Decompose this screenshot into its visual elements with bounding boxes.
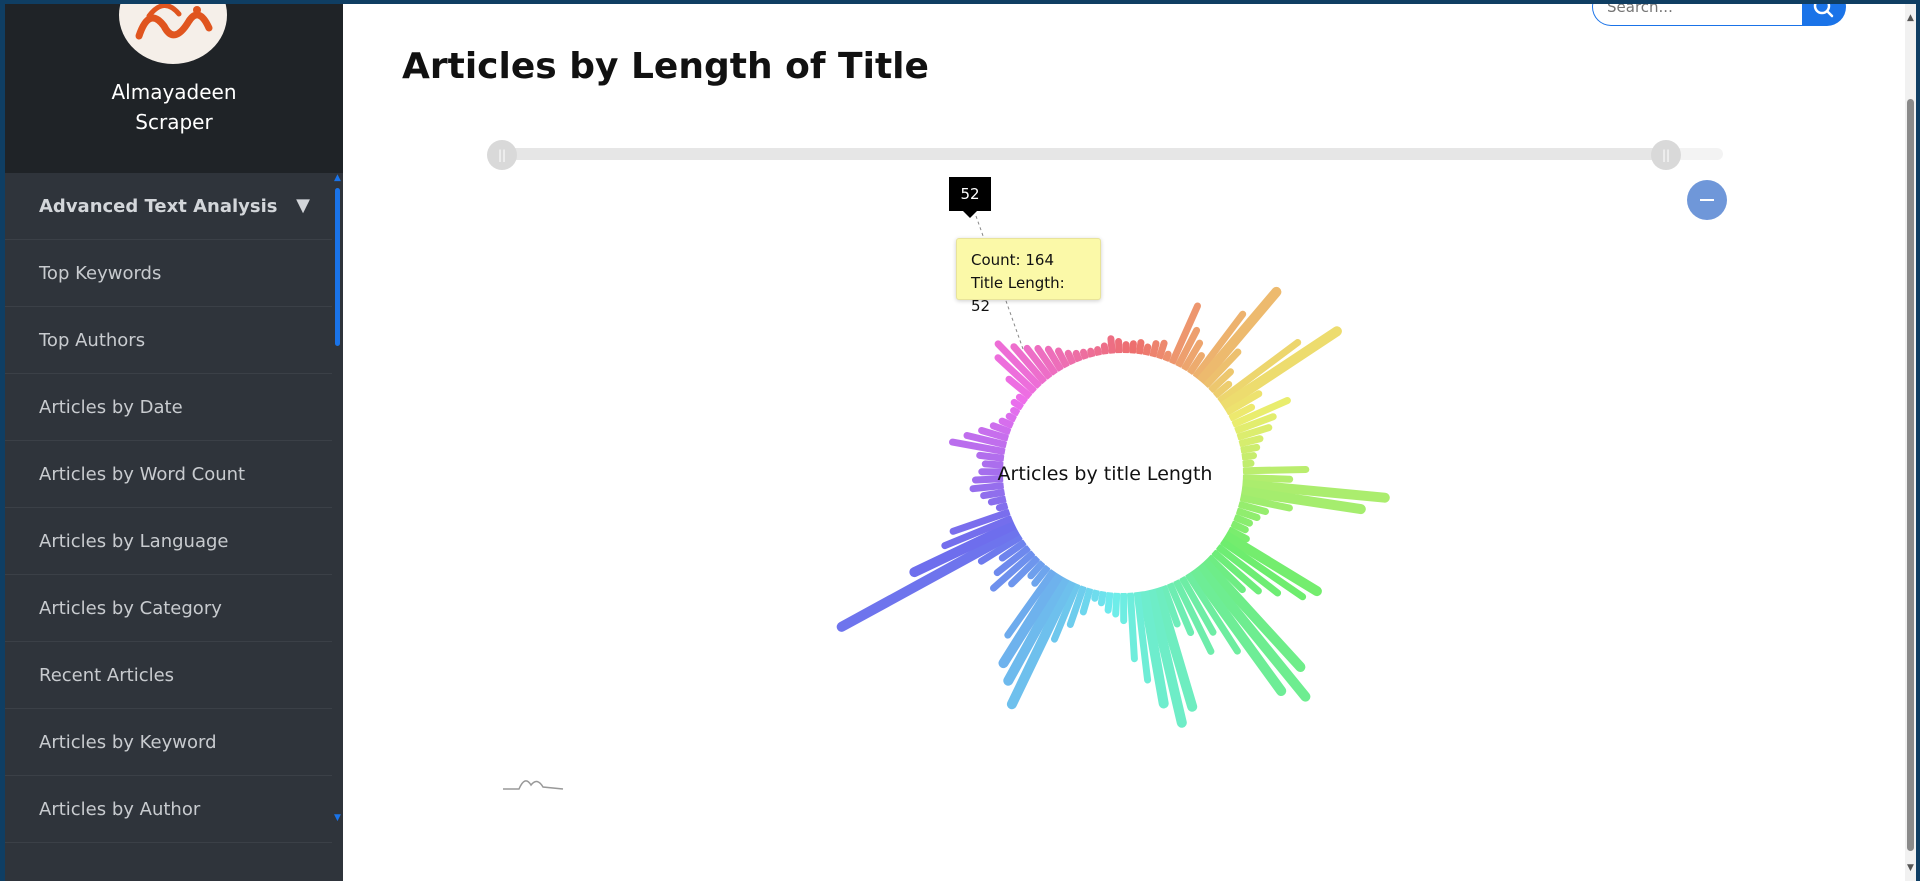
sidebar-item-label: Articles by Language [39, 530, 229, 552]
radial-bar-107[interactable] [1010, 407, 1021, 416]
scroll-up-icon[interactable]: ▲ [332, 173, 343, 183]
radial-bar-123[interactable] [1100, 342, 1109, 356]
radial-bar-95[interactable] [980, 489, 1007, 500]
sidebar-item-label: Recent Articles [39, 664, 175, 686]
radial-bar-118[interactable] [1064, 349, 1076, 366]
tooltip-count: Count: 164 [971, 251, 1054, 269]
brand-line-1: Almayadeen [111, 80, 237, 104]
sidebar-item-label: Articles by Keyword [39, 731, 217, 753]
radial-bar-73[interactable] [1097, 589, 1107, 607]
sidebar-item-label: Articles by Date [39, 396, 183, 418]
radial-bar-119[interactable] [1072, 349, 1083, 363]
sidebar-item-label: Articles by Category [39, 597, 222, 619]
radial-bar-16[interactable] [1129, 340, 1137, 355]
radial-bar-104[interactable] [989, 422, 1012, 435]
sidebar-item-advanced-text-analysis[interactable]: Advanced Text Analysis ▼ [5, 173, 332, 240]
radial-bar-18[interactable] [1142, 343, 1152, 357]
sidebar-item-label: Articles by Word Count [39, 463, 246, 485]
sidebar-scroll-thumb[interactable] [335, 188, 340, 346]
radial-bar-50[interactable] [1230, 520, 1249, 534]
sidebar-item-recent-articles[interactable]: Recent Articles [5, 642, 332, 709]
sidebar-scrollbar[interactable]: ▲ ▼ [332, 173, 343, 823]
radial-bar-42[interactable] [1241, 466, 1310, 475]
sidebar-item-articles-by-date[interactable]: Articles by Date [5, 374, 332, 441]
scroll-up-icon[interactable]: ▲ [1905, 12, 1916, 24]
brand-name: Almayadeen Scraper [5, 77, 343, 137]
radial-bar-74[interactable] [1091, 588, 1100, 602]
radial-bar-41[interactable] [1241, 459, 1255, 468]
sidebar-item-label: Top Keywords [39, 262, 162, 284]
sparkline-icon [503, 780, 564, 790]
radial-bar-93[interactable] [995, 502, 1009, 512]
sidebar-item-label: Articles by Author [39, 798, 201, 820]
page-scroll-thumb[interactable] [1907, 99, 1914, 851]
radial-bar-120[interactable] [1080, 348, 1089, 361]
radial-bar-40[interactable] [1240, 452, 1257, 461]
radial-bar-69[interactable] [1127, 591, 1138, 663]
radial-bar-121[interactable] [1087, 347, 1096, 359]
radial-bar-109[interactable] [1015, 393, 1029, 405]
radial-bar-89[interactable] [836, 526, 1021, 632]
browser-viewport: Almayadeen Scraper Advanced Text Analysi… [5, 4, 1916, 881]
radial-bar-chart [836, 215, 1390, 728]
page-scrollbar[interactable]: ▲ ▼ [1905, 4, 1916, 881]
radial-bar-39[interactable] [1239, 443, 1261, 454]
radial-bar-100[interactable] [976, 451, 1006, 462]
radial-bar-19[interactable] [1149, 340, 1160, 359]
radial-bar-32[interactable] [1219, 326, 1342, 411]
sidebar: Almayadeen Scraper Advanced Text Analysi… [5, 4, 343, 881]
sidebar-nav: Advanced Text Analysis ▼ Top Keywords To… [5, 173, 332, 843]
scroll-down-icon[interactable]: ▼ [1905, 862, 1916, 874]
radial-bar-71[interactable] [1112, 591, 1121, 618]
sidebar-item-articles-by-keyword[interactable]: Articles by Keyword [5, 709, 332, 776]
sidebar-item-top-keywords[interactable]: Top Keywords [5, 240, 332, 307]
calligraphy-logo-icon [135, 4, 213, 40]
sidebar-item-articles-by-word-count[interactable]: Articles by Word Count [5, 441, 332, 508]
chart-tooltip: Count: 164 Title Length: 52 [956, 238, 1101, 315]
radial-bar-49[interactable] [1232, 514, 1253, 527]
tooltip-title-length: Title Length: 52 [971, 274, 1065, 315]
radial-bar-38[interactable] [1237, 435, 1264, 447]
radial-bar-17[interactable] [1136, 339, 1145, 356]
radial-bar-21[interactable] [1162, 350, 1172, 363]
sidebar-header: Almayadeen Scraper [5, 4, 343, 173]
radial-bar-72[interactable] [1104, 590, 1114, 614]
radial-bar-43[interactable] [1241, 474, 1294, 483]
radial-bar-96[interactable] [969, 482, 1006, 493]
radial-bar-124[interactable] [1107, 335, 1116, 355]
radial-bar-122[interactable] [1094, 346, 1102, 357]
radial-bar-94[interactable] [987, 495, 1008, 506]
chart-title: Articles by title Length [997, 463, 1213, 485]
scroll-down-icon[interactable]: ▼ [332, 813, 343, 823]
radial-bar-108[interactable] [1010, 398, 1025, 411]
logo-avatar [119, 4, 227, 64]
sidebar-item-label: Top Authors [39, 329, 146, 351]
caret-down-icon: ▼ [296, 195, 310, 216]
sidebar-item-top-authors[interactable]: Top Authors [5, 307, 332, 374]
sidebar-item-articles-by-author[interactable]: Articles by Author [5, 776, 332, 843]
radial-bar-106[interactable] [1005, 412, 1018, 423]
sidebar-item-articles-by-category[interactable]: Articles by Category [5, 575, 332, 642]
brand-line-2: Scraper [135, 110, 213, 134]
sidebar-item-label: Advanced Text Analysis [39, 195, 278, 217]
main-content: Articles by Length of Title || || Articl… [343, 4, 1905, 881]
tooltip-category-label: 52 [949, 177, 991, 218]
radial-bar-105[interactable] [998, 417, 1015, 429]
radial-bar-20[interactable] [1156, 339, 1168, 361]
sidebar-item-articles-by-language[interactable]: Articles by Language [5, 508, 332, 575]
